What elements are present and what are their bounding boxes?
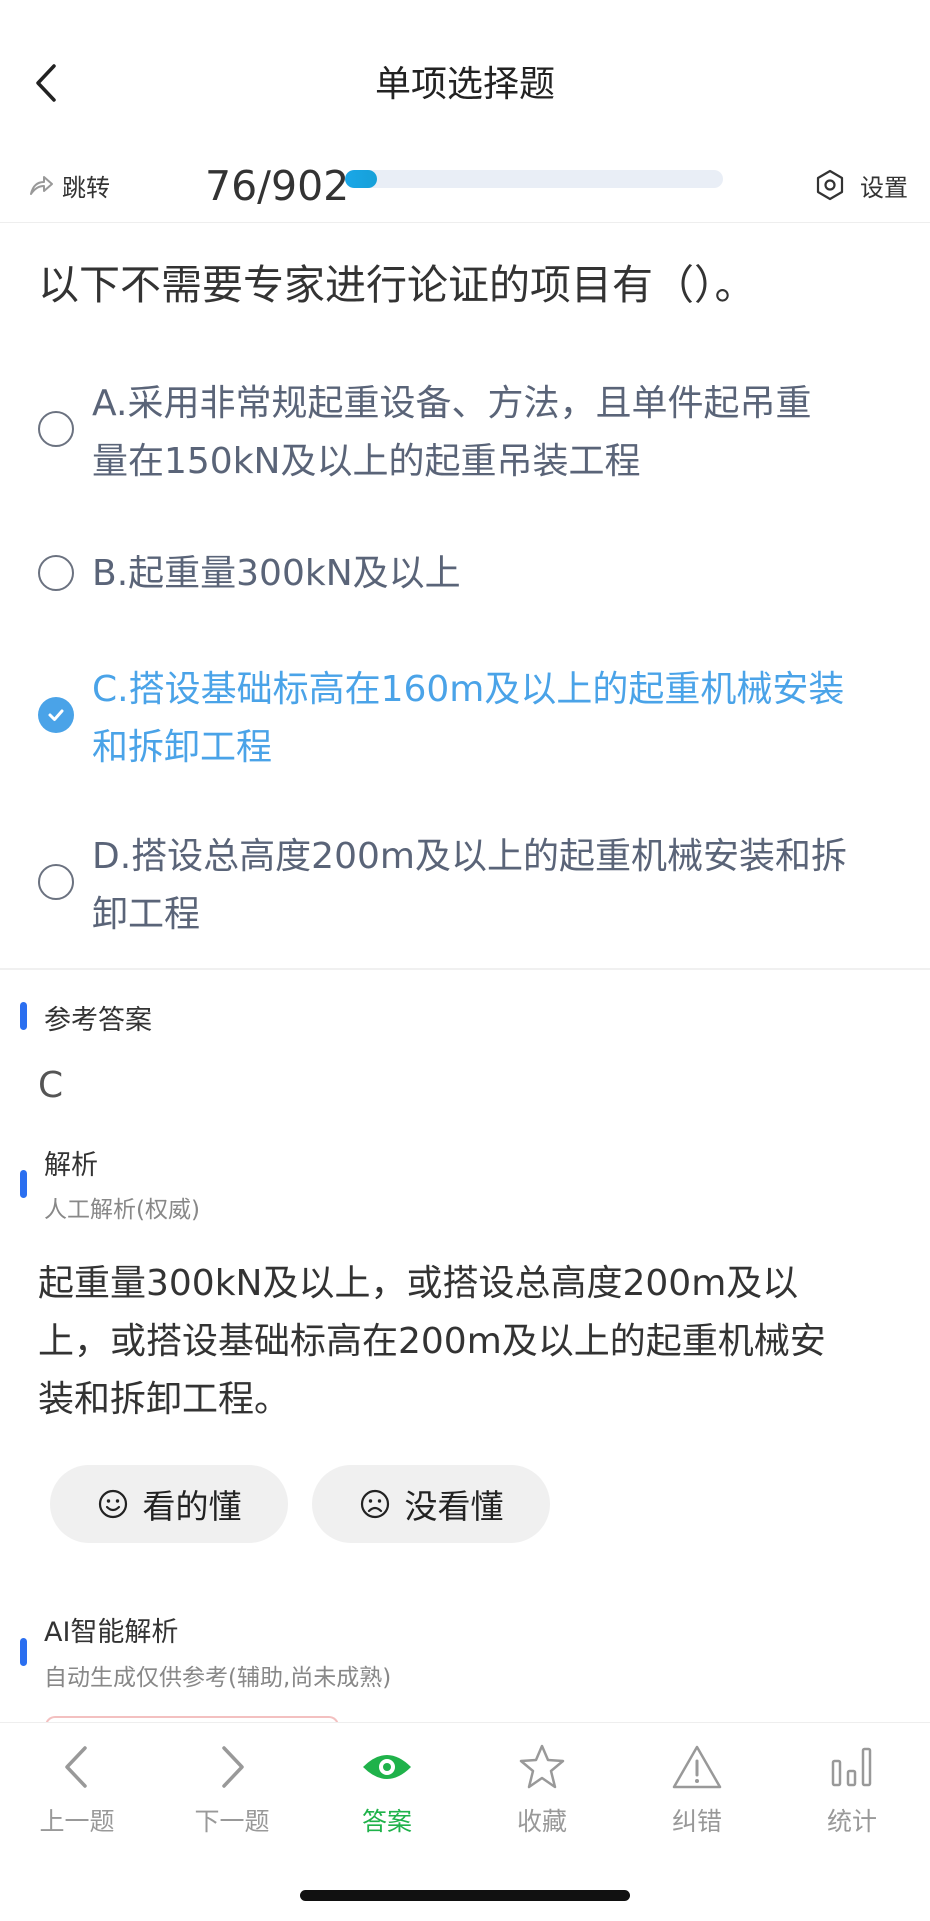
- smile-icon: [98, 1489, 127, 1519]
- settings-label: 设置: [860, 173, 908, 202]
- nav-statistics[interactable]: 统计: [777, 1740, 927, 1840]
- option-a[interactable]: A.采用非常规起重设备、方法，且单件起吊重 量在150kN及以上的起重吊装工程: [38, 375, 898, 491]
- chevron-left-icon: [65, 1746, 87, 1788]
- frown-icon: [360, 1489, 389, 1519]
- star-icon: [519, 1744, 565, 1789]
- jump-button[interactable]: 跳转: [28, 160, 110, 210]
- understood-label: 看的懂: [142, 1487, 242, 1526]
- reference-answer-title: 参考答案: [44, 1005, 152, 1036]
- ai-analysis-title: AI智能解析: [44, 1617, 179, 1648]
- radio-unchecked-icon[interactable]: [38, 555, 74, 591]
- nav-answer[interactable]: 答案: [312, 1740, 462, 1840]
- not-understood-label: 没看懂: [404, 1487, 504, 1526]
- progress-bar: [345, 170, 723, 188]
- option-d[interactable]: D.搭设总高度200m及以上的起重机械安装和拆 卸工程: [38, 828, 898, 944]
- nav-label: 收藏: [516, 1807, 567, 1836]
- eye-icon: [363, 1755, 411, 1779]
- checkmark-icon: [48, 709, 64, 721]
- option-d-text: D.搭设总高度200m及以上的起重机械安装和拆 卸工程: [92, 836, 847, 935]
- nav-label: 纠错: [671, 1807, 722, 1836]
- option-a-text: A.采用非常规起重设备、方法，且单件起吊重 量在150kN及以上的起重吊装工程: [92, 383, 812, 482]
- option-c[interactable]: C.搭设基础标高在160m及以上的起重机械安装 和拆卸工程: [38, 661, 898, 777]
- header: 单项选择题: [0, 0, 930, 150]
- section-accent-bar: [20, 1638, 27, 1666]
- jump-label: 跳转: [62, 173, 110, 202]
- progress-bar-fill: [345, 170, 377, 188]
- warning-triangle-icon: [672, 1745, 722, 1789]
- settings-button[interactable]: 设置: [814, 160, 908, 210]
- option-b-text: B.起重量300kN及以上: [92, 553, 461, 594]
- chevron-right-icon: [222, 1746, 244, 1788]
- nav-label: 上一题: [39, 1807, 115, 1836]
- analysis-subtitle: 人工解析(权威): [44, 1197, 200, 1223]
- nav-label: 下一题: [194, 1807, 270, 1836]
- section-accent-bar: [20, 1170, 27, 1198]
- analysis-text: 起重量300kN及以上，或搭设总高度200m及以 上，或搭设基础标高在200m及…: [38, 1263, 826, 1420]
- divider: [0, 968, 930, 970]
- home-indicator: [300, 1890, 630, 1901]
- page-title: 单项选择题: [374, 64, 555, 105]
- nav-favorite[interactable]: 收藏: [467, 1740, 617, 1840]
- analysis-title: 解析: [44, 1150, 98, 1181]
- option-b[interactable]: B.起重量300kN及以上: [38, 545, 898, 603]
- nav-report-error[interactable]: 纠错: [622, 1740, 772, 1840]
- option-c-text: C.搭设基础标高在160m及以上的起重机械安装 和拆卸工程: [92, 669, 845, 768]
- nav-label: 统计: [826, 1807, 877, 1836]
- progress-counter: 76/902: [205, 162, 350, 210]
- share-arrow-icon: [30, 176, 53, 195]
- bar-chart-icon: [831, 1747, 872, 1787]
- ai-analysis-subtitle: 自动生成仅供参考(辅助,尚未成熟): [44, 1665, 392, 1691]
- nav-next-question[interactable]: 下一题: [157, 1740, 307, 1840]
- understood-button[interactable]: 看的懂: [50, 1465, 288, 1543]
- question-text: 以下不需要专家进行论证的项目有（）。: [38, 261, 756, 309]
- radio-unchecked-icon[interactable]: [38, 411, 74, 447]
- nav-label: 答案: [361, 1807, 412, 1836]
- section-accent-bar: [20, 1002, 27, 1030]
- settings-hexagon-icon: [816, 169, 844, 201]
- nav-prev-question[interactable]: 上一题: [2, 1740, 152, 1840]
- radio-checked-icon[interactable]: [38, 697, 74, 733]
- not-understood-button[interactable]: 没看懂: [312, 1465, 550, 1543]
- reference-answer-value: C: [38, 1065, 64, 1106]
- radio-unchecked-icon[interactable]: [38, 864, 74, 900]
